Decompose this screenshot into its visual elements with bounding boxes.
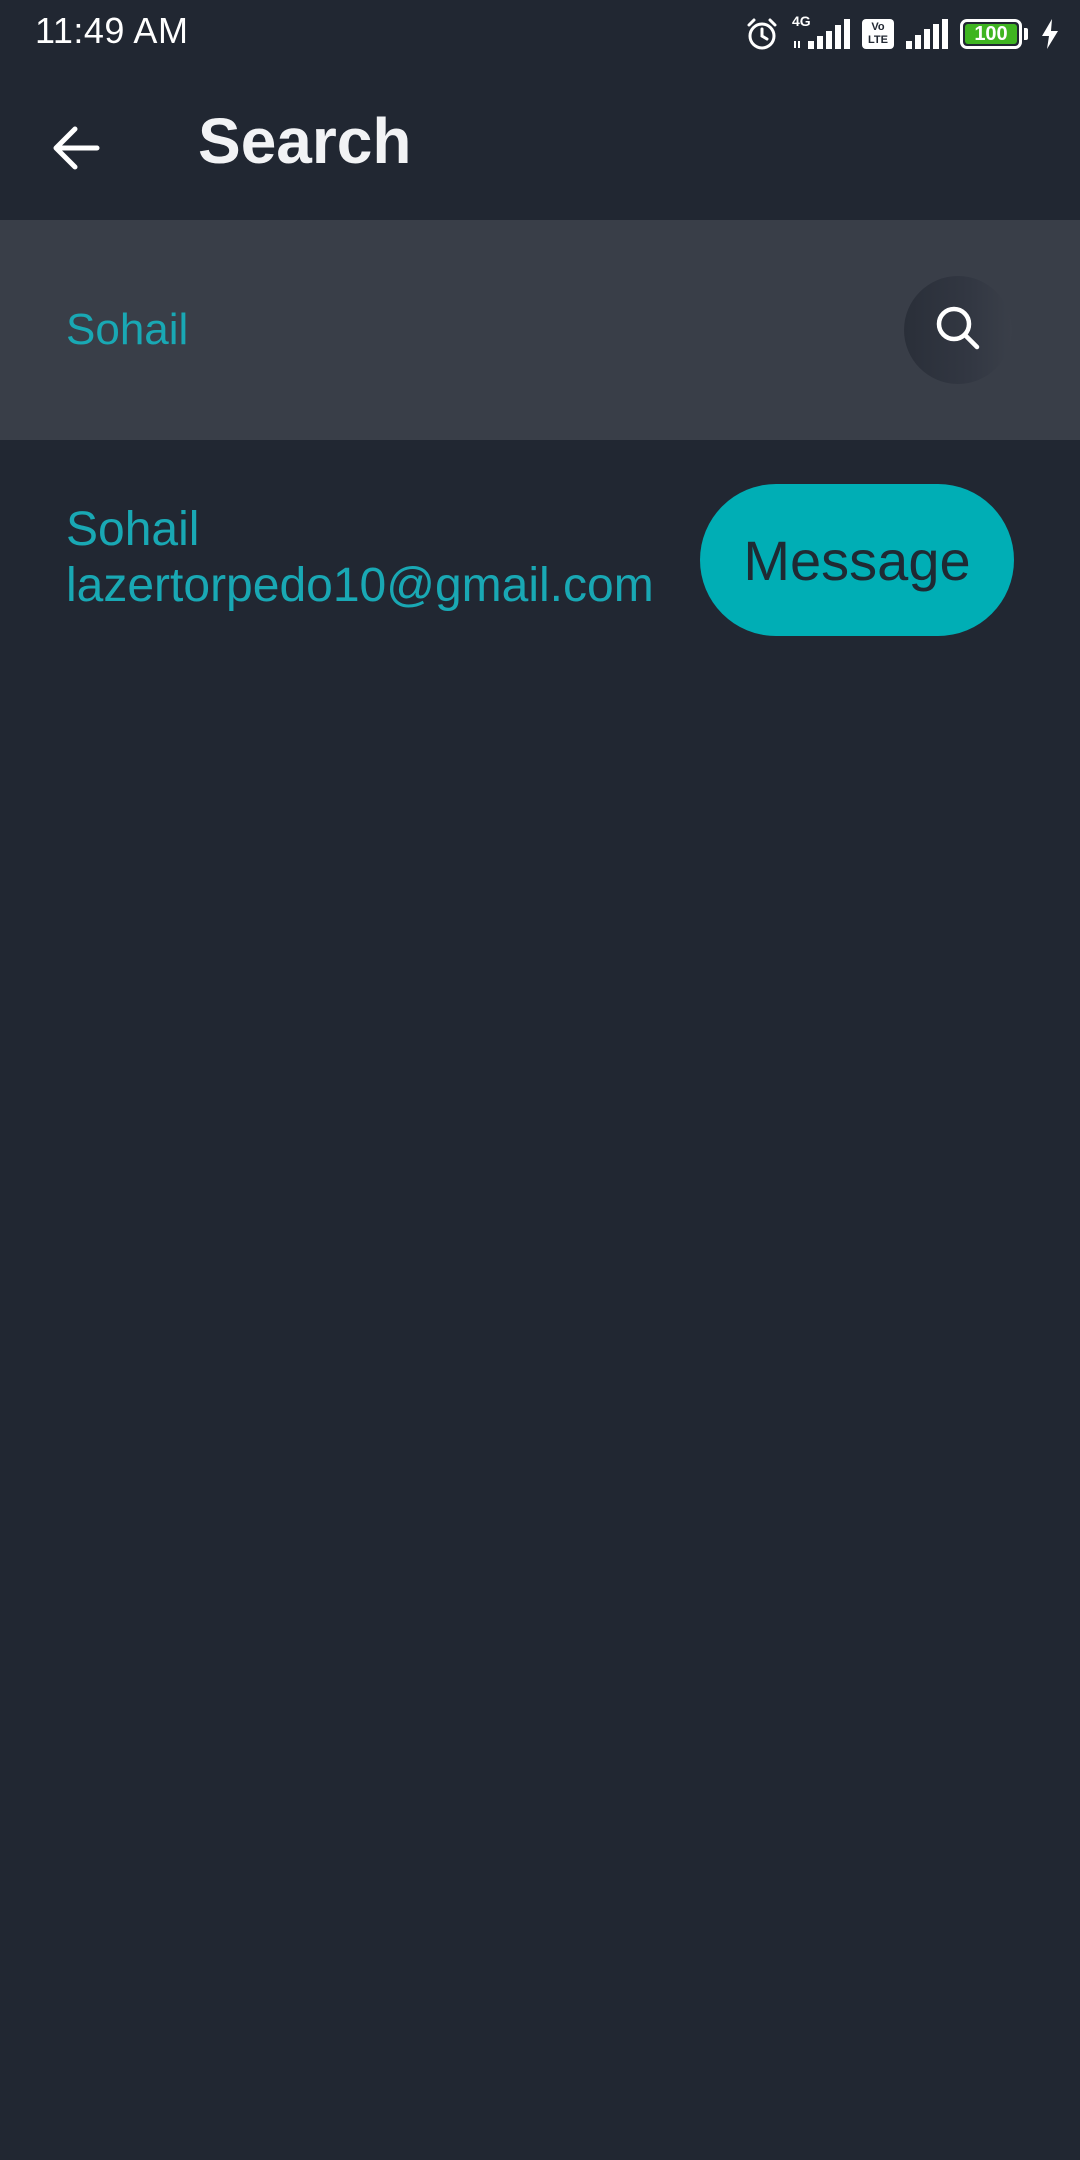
network-type-label: 4G [792, 13, 811, 29]
search-bar [0, 220, 1080, 440]
signal-icon: 4G [792, 13, 850, 49]
status-icons: 4G Vo LTE 100 [744, 13, 1060, 54]
result-name: Sohail [66, 503, 200, 556]
signal-icon-2 [906, 19, 948, 49]
status-bar: 11:49 AM 4G Vo LTE 100 [0, 0, 1080, 66]
volte-icon: Vo LTE [862, 19, 894, 49]
battery-level: 100 [974, 23, 1008, 45]
alarm-icon [744, 16, 780, 52]
status-time: 11:49 AM [35, 10, 189, 51]
volte-label-bottom: LTE [868, 34, 888, 46]
battery-icon: 100 [960, 19, 1028, 49]
charging-icon [1040, 19, 1060, 49]
app-bar: Search [0, 66, 1080, 220]
search-icon [933, 303, 983, 358]
message-button[interactable]: Message [700, 484, 1014, 636]
search-input[interactable] [66, 290, 866, 370]
battery-body: 100 [960, 19, 1022, 49]
result-email: lazertorpedo10@gmail.com [66, 559, 654, 612]
battery-tip [1024, 28, 1028, 40]
search-button[interactable] [904, 276, 1012, 384]
page-title: Search [198, 105, 412, 177]
volte-label-top: Vo [871, 21, 885, 33]
back-button[interactable] [40, 114, 112, 186]
search-screen: 11:49 AM 4G Vo LTE 100 Search Sohail Soh… [0, 0, 1080, 2160]
list-item: Sohail lazertorpedo10@gmail.com Message [0, 440, 1080, 680]
arrow-left-icon [51, 125, 101, 176]
